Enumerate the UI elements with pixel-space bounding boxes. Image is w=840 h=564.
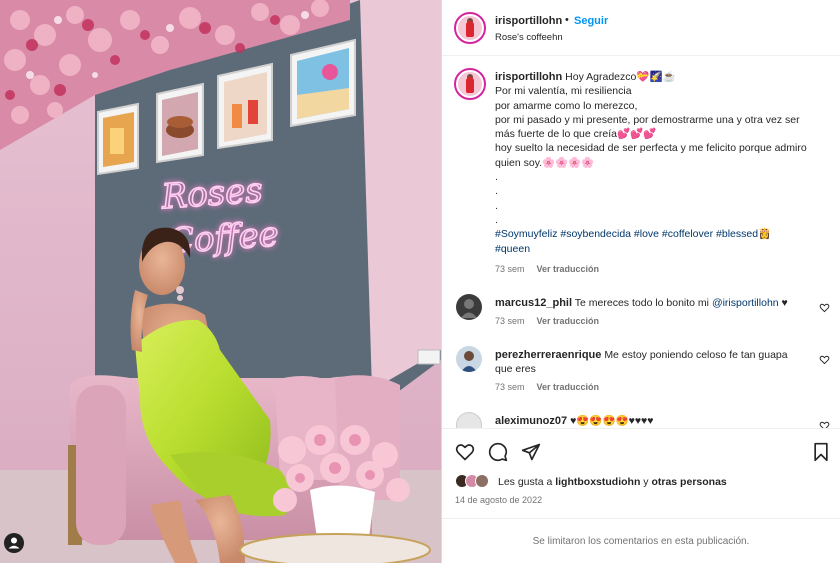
caption-time: 73 sem [495, 264, 525, 274]
comment-mention[interactable]: @irisportillohn [712, 297, 779, 309]
comment-text: Te mereces todo lo bonito mi [574, 297, 710, 309]
likes-others[interactable]: otras personas [651, 476, 726, 488]
comment-like-icon[interactable] [819, 302, 830, 313]
comment-item: aleximunoz07 ♥😍😍😍😍♥♥♥♥ [442, 412, 840, 428]
bookmark-icon[interactable] [811, 442, 831, 462]
comment-username[interactable]: marcus12_phil [495, 297, 572, 309]
caption: irisportillohn Hoy Agradezco💝🌠☕ Por mi v… [442, 68, 840, 278]
follow-button[interactable]: Seguir [574, 15, 608, 27]
comment-username[interactable]: perezherreraenrique [495, 349, 601, 361]
post-location[interactable]: Rose's coffeehn [495, 32, 563, 43]
heart-icon[interactable] [455, 442, 475, 462]
comment-item: marcus12_phil Te mereces todo lo bonito … [442, 294, 840, 334]
caption-meta: 73 sem Ver traducción [495, 264, 599, 274]
likes-text: Les gusta a lightboxstudiohn y otras per… [498, 476, 727, 488]
comment-text: ♥😍😍😍😍♥♥♥♥ [570, 415, 654, 427]
likes-user[interactable]: lightboxstudiohn [555, 476, 640, 488]
post-details-panel: irisportillohn • Seguir Rose's coffeehn … [441, 0, 840, 563]
comment-like-icon[interactable] [819, 420, 830, 428]
caption-username[interactable]: irisportillohn [495, 71, 562, 83]
comment-like-icon[interactable] [819, 354, 830, 365]
comment-icon[interactable] [488, 442, 508, 462]
comment-username[interactable]: aleximunoz07 [495, 415, 567, 427]
post-header: irisportillohn • Seguir Rose's coffeehn [442, 0, 840, 56]
likes-prefix: Les gusta a [498, 476, 556, 488]
author-username[interactable]: irisportillohn [495, 15, 562, 27]
comment-body: marcus12_phil Te mereces todo lo bonito … [495, 296, 807, 310]
comment-time: 73 sem [495, 382, 525, 392]
author-avatar[interactable] [454, 12, 486, 44]
caption-translate-button[interactable]: Ver traducción [537, 264, 600, 274]
photo-scene: Roses Coffee [0, 0, 441, 563]
comment-translate-button[interactable]: Ver traducción [537, 382, 600, 392]
post-date[interactable]: 14 de agosto de 2022 [455, 495, 542, 505]
comment-avatar[interactable] [456, 412, 482, 428]
comment-translate-button[interactable]: Ver traducción [537, 316, 600, 326]
comment-body: perezherreraenrique Me estoy poniendo ce… [495, 348, 807, 377]
caption-text: Hoy Agradezco💝🌠☕ Por mi valentía, mi res… [495, 71, 807, 226]
comments-limited-notice: Se limitaron los comentarios en esta pub… [442, 518, 840, 563]
post-photo[interactable]: Roses Coffee [0, 0, 441, 563]
comment-meta: 73 sem Ver traducción [495, 382, 599, 392]
comments-list[interactable]: irisportillohn Hoy Agradezco💝🌠☕ Por mi v… [442, 56, 840, 428]
comment-suffix: ♥ [781, 297, 788, 309]
comment-avatar[interactable] [456, 346, 482, 372]
likes-middle: y [640, 476, 652, 488]
caption-avatar[interactable] [454, 68, 486, 100]
comment-time: 73 sem [495, 316, 525, 326]
comment-meta: 73 sem Ver traducción [495, 316, 599, 326]
likes-summary[interactable]: Les gusta a lightboxstudiohn y otras per… [455, 474, 835, 490]
liker-avatar [475, 474, 489, 488]
separator-dot: • [565, 14, 569, 26]
comment-avatar[interactable] [456, 294, 482, 320]
caption-hashtags[interactable]: #Soymuyfeliz #soybendecida #love #coffel… [495, 228, 774, 254]
comment-body: aleximunoz07 ♥😍😍😍😍♥♥♥♥ [495, 414, 807, 428]
share-icon[interactable] [521, 442, 541, 462]
comment-item: perezherreraenrique Me estoy poniendo ce… [442, 346, 840, 394]
neon-sign-line1: Roses [159, 170, 264, 217]
caption-body: irisportillohn Hoy Agradezco💝🌠☕ Por mi v… [495, 70, 807, 256]
user-tag-icon[interactable] [4, 533, 24, 553]
